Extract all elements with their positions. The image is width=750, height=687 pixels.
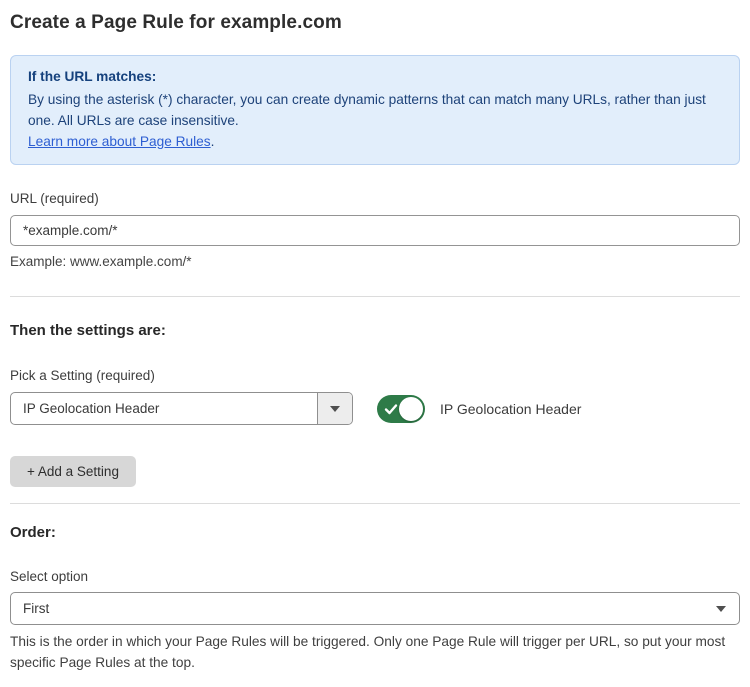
pick-setting-label: Pick a Setting (required) <box>10 368 740 384</box>
chevron-down-icon <box>716 606 726 612</box>
order-helper-text: This is the order in which your Page Rul… <box>10 631 734 673</box>
toggle-knob <box>399 397 423 421</box>
setting-select-value: IP Geolocation Header <box>11 393 317 424</box>
setting-select-arrow-button[interactable] <box>317 393 352 424</box>
link-suffix: . <box>211 134 215 149</box>
url-match-info-box: If the URL matches: By using the asteris… <box>10 55 740 165</box>
order-section-heading: Order: <box>10 524 740 542</box>
settings-section-heading: Then the settings are: <box>10 322 740 340</box>
divider <box>10 296 740 297</box>
url-example-helper: Example: www.example.com/* <box>10 253 740 270</box>
create-page-rule-form: Create a Page Rule for example.com If th… <box>0 0 750 687</box>
setting-picker-row: IP Geolocation Header IP Geolocation Hea… <box>10 392 740 425</box>
info-box-body: By using the asterisk (*) character, you… <box>28 89 722 131</box>
ip-geolocation-toggle[interactable] <box>377 395 425 423</box>
setting-select[interactable]: IP Geolocation Header <box>10 392 353 425</box>
add-setting-button[interactable]: + Add a Setting <box>10 456 136 487</box>
order-select-label: Select option <box>10 569 740 585</box>
order-select[interactable]: First <box>10 592 740 625</box>
divider <box>10 503 740 504</box>
learn-more-link[interactable]: Learn more about Page Rules <box>28 134 211 149</box>
info-box-heading: If the URL matches: <box>28 66 722 87</box>
url-input[interactable] <box>10 215 740 246</box>
order-select-value: First <box>11 593 739 624</box>
chevron-down-icon <box>330 406 340 412</box>
check-icon <box>384 402 398 416</box>
url-field-label: URL (required) <box>10 191 740 207</box>
page-title: Create a Page Rule for example.com <box>10 12 740 34</box>
toggle-label: IP Geolocation Header <box>440 401 581 417</box>
info-box-link-line: Learn more about Page Rules. <box>28 131 722 152</box>
